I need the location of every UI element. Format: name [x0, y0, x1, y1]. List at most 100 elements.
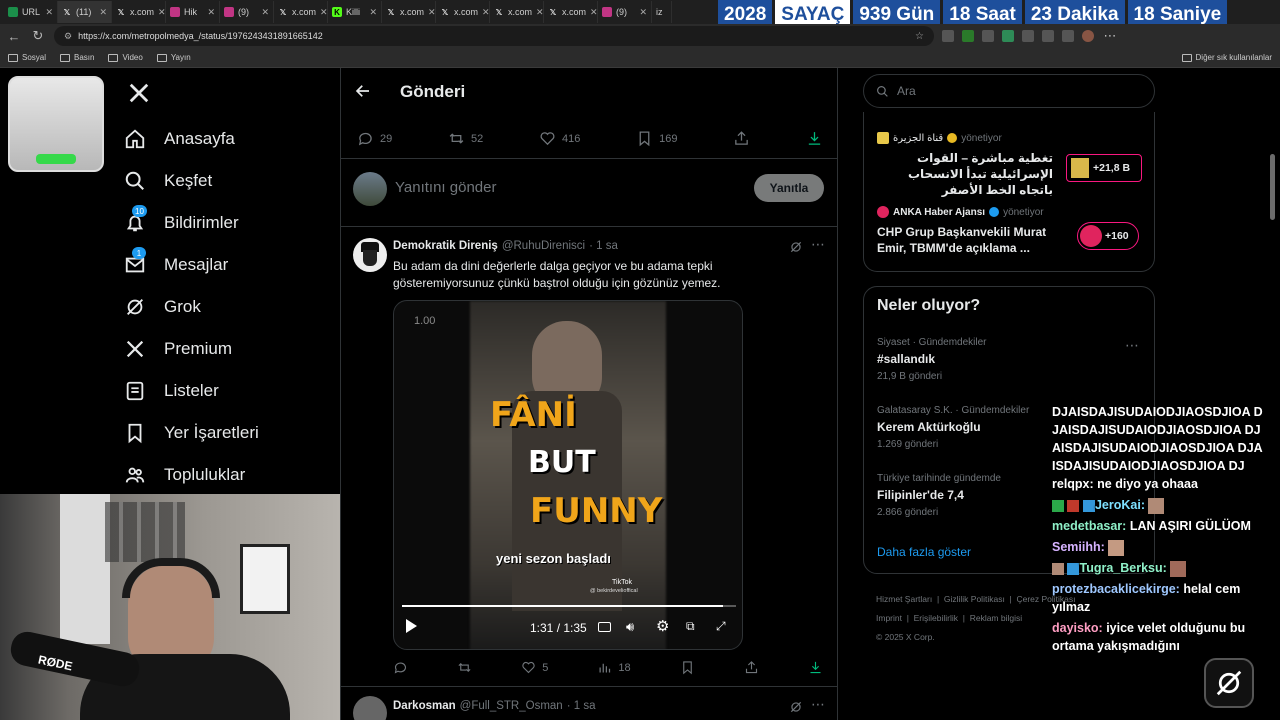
- grok-icon[interactable]: [789, 240, 803, 254]
- share-button[interactable]: [733, 130, 750, 147]
- bookmark-button[interactable]: [680, 660, 695, 675]
- close-icon[interactable]: ✕: [428, 7, 435, 18]
- refresh-icon[interactable]: ↻: [30, 28, 46, 44]
- bookmark-folder-basin[interactable]: Basın: [60, 53, 94, 62]
- reply-time[interactable]: · 1 sa: [589, 240, 618, 252]
- close-icon[interactable]: ✕: [99, 7, 107, 18]
- download-button[interactable]: [808, 660, 823, 675]
- repost-button[interactable]: 52: [448, 130, 483, 147]
- more-options-icon[interactable]: ⋯: [1125, 337, 1139, 354]
- like-button[interactable]: 416: [539, 130, 580, 147]
- more-options-icon[interactable]: ⋯: [811, 236, 825, 253]
- nav-anasayfa[interactable]: Anasayfa: [124, 128, 235, 150]
- fullscreen-icon[interactable]: ⤢: [716, 619, 726, 634]
- tab-2[interactable]: 𝕏x.com ✕: [112, 1, 166, 23]
- settings-icon[interactable]: ⚙: [656, 617, 669, 635]
- news-item[interactable]: قناة الجزيرة yönetiyor تغطية مباشرة – ال…: [877, 132, 1147, 198]
- news-item[interactable]: ANKA Haber Ajansı yönetiyor CHP Grup Baş…: [877, 206, 1147, 256]
- video-player[interactable]: 1.00 FÂNİ BUT FUNNY yeni sezon başladı T…: [393, 300, 743, 650]
- bookmark-folder-video[interactable]: Video: [108, 53, 143, 62]
- reply-button[interactable]: [393, 660, 408, 675]
- nav-premium[interactable]: Premium: [124, 338, 232, 360]
- bookmark-button[interactable]: 169: [636, 130, 677, 147]
- reply-author-name[interactable]: Darkosman: [393, 700, 456, 712]
- tab-11[interactable]: (9) ✕: [598, 1, 652, 23]
- nav-kesfet[interactable]: Keşfet: [124, 170, 212, 192]
- url-field[interactable]: ⚙ https://x.com/metropolmedya_/status/19…: [54, 26, 934, 46]
- nav-yer-isaretleri[interactable]: Yer İşaretleri: [124, 422, 259, 444]
- nav-grok[interactable]: Grok: [124, 296, 201, 318]
- reply-composer-input[interactable]: Yanıtını gönder: [395, 179, 496, 196]
- extension-icon[interactable]: [982, 30, 994, 42]
- picture-in-picture-icon[interactable]: ⧉: [686, 619, 695, 634]
- close-icon[interactable]: ✕: [320, 7, 327, 18]
- tab-6[interactable]: K Killi ✕: [328, 1, 382, 23]
- tab-0[interactable]: URL ✕: [4, 1, 58, 23]
- show-more-link[interactable]: Daha fazla göster: [877, 545, 971, 559]
- extension-icon[interactable]: [942, 30, 954, 42]
- close-icon[interactable]: ✕: [482, 7, 489, 18]
- extension-icon[interactable]: [1022, 30, 1034, 42]
- search-input[interactable]: Ara: [897, 84, 916, 98]
- grok-icon[interactable]: [789, 700, 803, 714]
- site-info-icon[interactable]: ⚙: [64, 31, 72, 42]
- profile-avatar[interactable]: [1082, 30, 1094, 42]
- repost-button[interactable]: [457, 660, 472, 675]
- tab-9[interactable]: 𝕏x.com ✕: [490, 1, 544, 23]
- footer-link[interactable]: Gizlilik Politikası: [944, 594, 1005, 604]
- footer-link[interactable]: Erişilebilirlik: [914, 613, 958, 623]
- reply-button[interactable]: 29: [357, 130, 392, 147]
- play-icon[interactable]: [406, 619, 417, 633]
- reply-author-name[interactable]: Demokratik Direniş: [393, 240, 498, 252]
- tab-3[interactable]: Hik ✕: [166, 1, 220, 23]
- nav-topluluklar[interactable]: Topluluklar: [124, 464, 245, 486]
- bookmark-folder-yayin[interactable]: Yayın: [156, 53, 191, 62]
- reply-author-handle[interactable]: @Full_STR_Osman: [460, 700, 563, 712]
- reply-avatar[interactable]: [353, 238, 387, 272]
- tab-5[interactable]: 𝕏x.com ✕: [274, 1, 328, 23]
- footer-link[interactable]: Hizmet Şartları: [876, 594, 932, 604]
- video-progress-track[interactable]: [402, 605, 736, 607]
- nav-listeler[interactable]: Listeler: [124, 380, 219, 402]
- volume-icon[interactable]: 🔊︎: [626, 619, 634, 635]
- close-icon[interactable]: ✕: [639, 7, 647, 18]
- tab-12[interactable]: iz: [652, 1, 672, 23]
- footer-link[interactable]: Reklam bilgisi: [970, 613, 1022, 623]
- reply-submit-button[interactable]: Yanıtla: [754, 174, 824, 202]
- close-icon[interactable]: ✕: [207, 7, 215, 18]
- page-scrollbar[interactable]: [1270, 154, 1275, 220]
- more-options-icon[interactable]: ⋯: [811, 696, 825, 713]
- share-button[interactable]: [744, 660, 759, 675]
- close-icon[interactable]: ✕: [158, 7, 165, 18]
- bookmark-folder-sosyal[interactable]: Sosyal: [8, 53, 46, 62]
- tab-10[interactable]: 𝕏x.com ✕: [544, 1, 598, 23]
- close-icon[interactable]: ✕: [261, 7, 269, 18]
- close-icon[interactable]: ✕: [369, 7, 377, 18]
- reply-author-handle[interactable]: @RuhuDirenisci: [502, 240, 585, 252]
- extension-icon[interactable]: [1062, 30, 1074, 42]
- trend-item[interactable]: Siyaset · Gündemdekiler #sallandık 21,9 …: [877, 337, 1147, 382]
- reply-avatar[interactable]: [353, 696, 387, 720]
- back-arrow-icon[interactable]: [354, 82, 372, 100]
- download-button[interactable]: [806, 130, 823, 147]
- close-icon[interactable]: ✕: [536, 7, 543, 18]
- back-icon[interactable]: ←: [6, 29, 22, 44]
- close-icon[interactable]: ✕: [45, 7, 53, 18]
- like-button[interactable]: 5: [521, 660, 548, 675]
- extension-icon[interactable]: [962, 30, 974, 42]
- extension-icon[interactable]: [1042, 30, 1054, 42]
- footer-link[interactable]: Imprint: [876, 613, 902, 623]
- close-icon[interactable]: ✕: [590, 7, 597, 18]
- tab-4[interactable]: (9) ✕: [220, 1, 274, 23]
- search-box[interactable]: Ara: [863, 74, 1155, 108]
- reply-time[interactable]: · 1 sa: [567, 700, 596, 712]
- tab-7[interactable]: 𝕏x.com ✕: [382, 1, 436, 23]
- other-bookmarks[interactable]: Diğer sık kullanılanlar: [1181, 53, 1272, 62]
- tab-8[interactable]: 𝕏x.com ✕: [436, 1, 490, 23]
- tab-1[interactable]: 𝕏 (11) ✕: [58, 1, 112, 23]
- extension-icon[interactable]: [1002, 30, 1014, 42]
- more-icon[interactable]: ⋯: [1102, 28, 1118, 44]
- captions-icon[interactable]: [598, 622, 611, 632]
- nav-mesajlar[interactable]: 1 Mesajlar: [124, 247, 228, 276]
- x-logo-icon[interactable]: [128, 82, 150, 104]
